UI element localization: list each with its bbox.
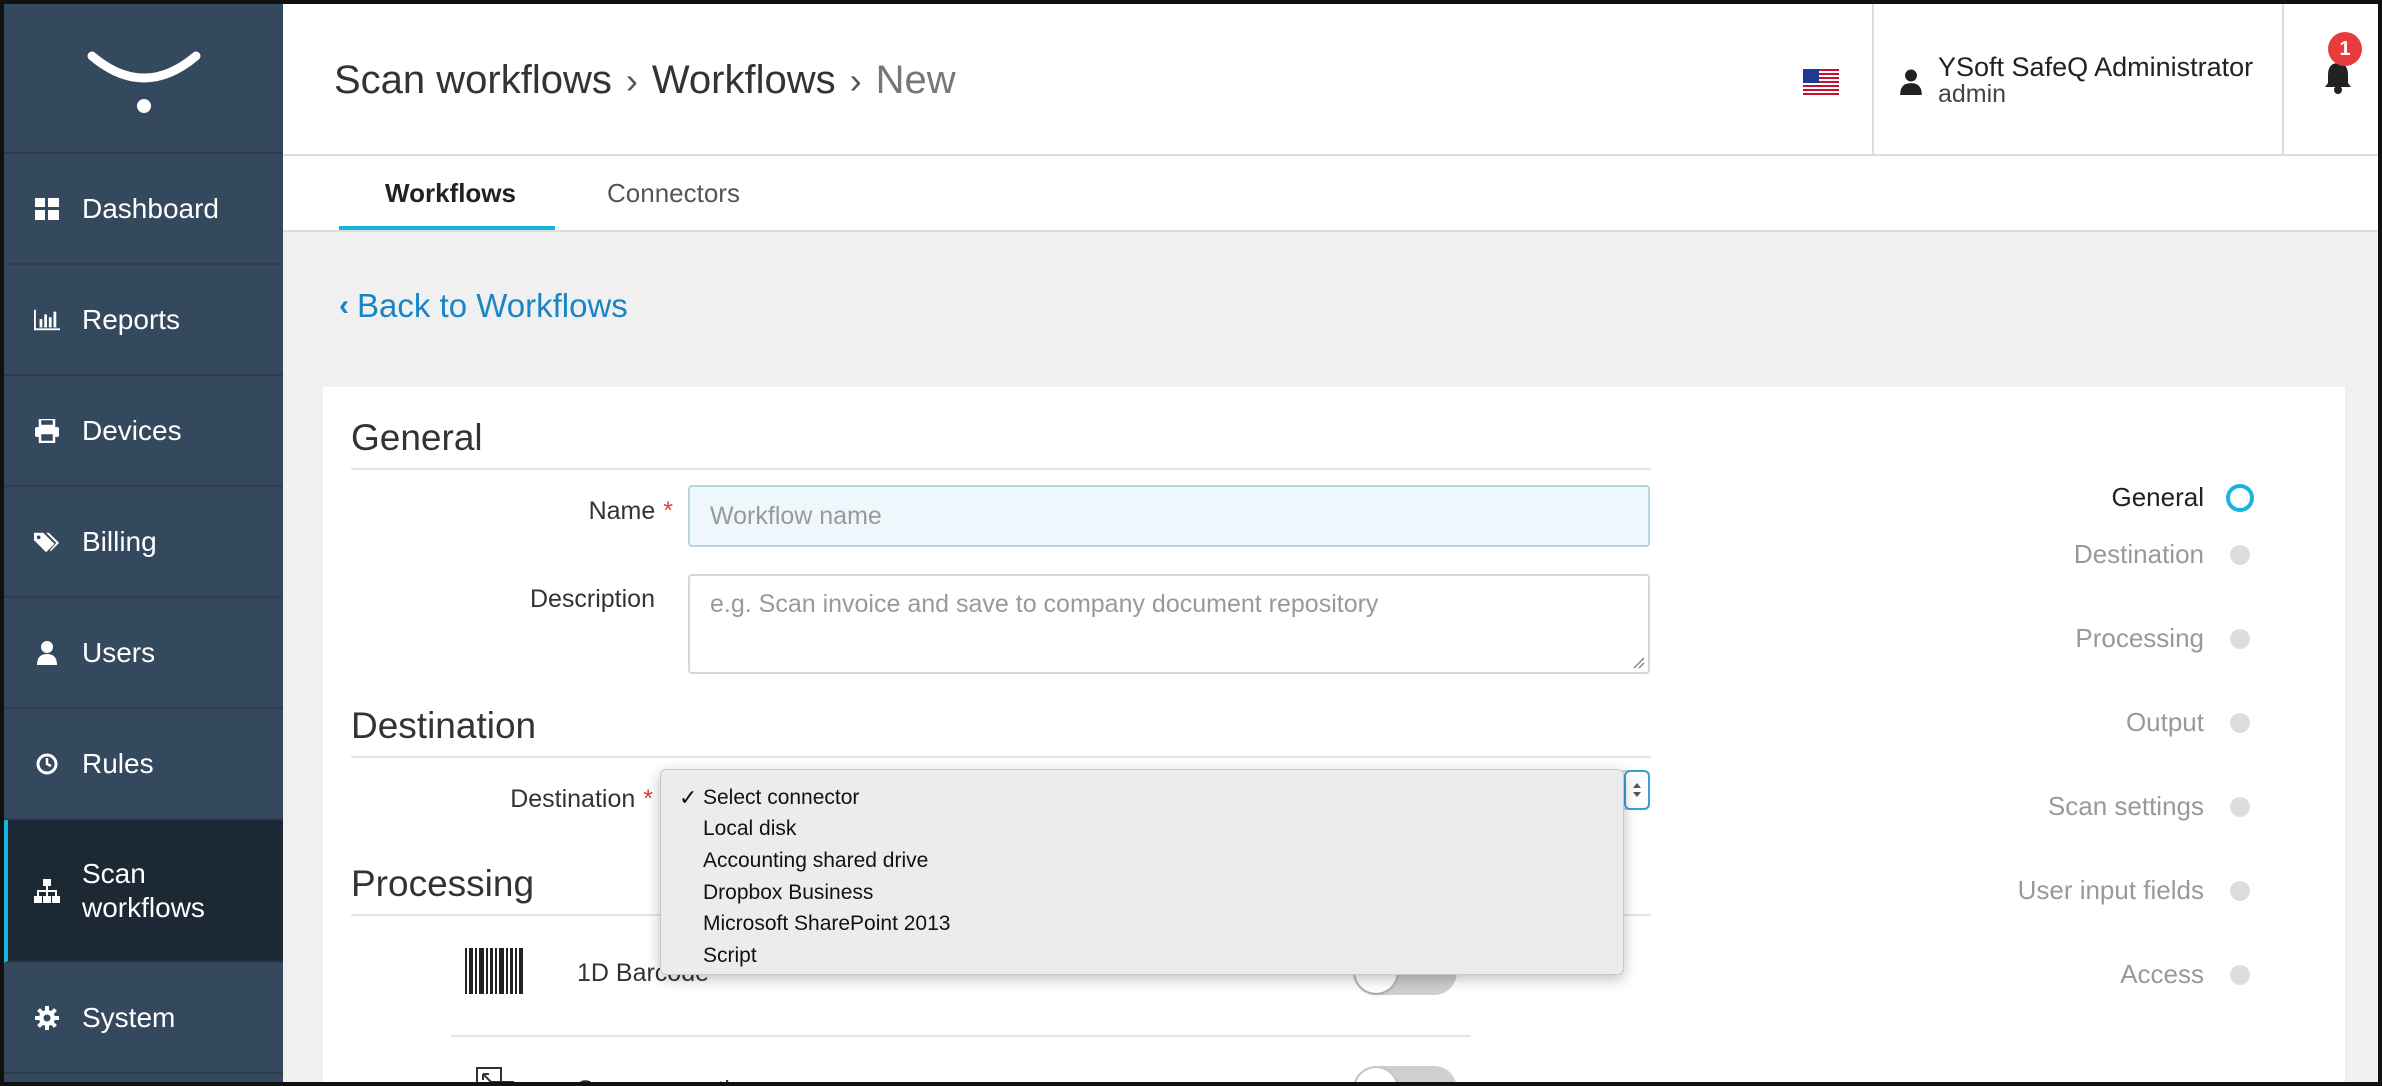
ysoft-logo-icon	[87, 51, 200, 113]
step-indicator	[2230, 964, 2250, 985]
general-section-title: General	[351, 417, 483, 458]
sidebar-item-scan-workflows[interactable]: Scan workflows	[4, 820, 283, 963]
dropdown-option-script[interactable]: Script	[661, 940, 1623, 972]
header: Scan workflows › Workflows › New YSoft S…	[283, 4, 2378, 156]
app-window: Dashboard Reports Devices Billing Users	[0, 0, 2382, 1086]
step-indicator	[2230, 628, 2250, 649]
breadcrumb-separator: ›	[849, 59, 862, 101]
step-destination[interactable]: Destination	[2074, 539, 2250, 570]
step-indicator	[2230, 880, 2250, 901]
workflow-name-input[interactable]: Workflow name	[688, 485, 1650, 547]
breadcrumb-workflows[interactable]: Workflows	[652, 58, 836, 103]
destination-label: Destination *	[510, 785, 653, 813]
sidebar: Dashboard Reports Devices Billing Users	[4, 4, 283, 1082]
sidebar-item-label: Reports	[82, 303, 181, 335]
section-divider	[351, 468, 1651, 470]
name-label: Name *	[588, 497, 673, 525]
user-name: YSoft SafeQ Administrator	[1938, 52, 2254, 82]
barcode-icon	[465, 948, 523, 994]
scan-separation-icon	[476, 1067, 514, 1082]
user-icon	[34, 640, 60, 666]
description-textarea[interactable]: e.g. Scan invoice and save to company do…	[688, 574, 1650, 674]
user-login: admin	[1938, 80, 2007, 108]
breadcrumb-scan-workflows[interactable]: Scan workflows	[334, 58, 612, 103]
user-menu[interactable]: YSoft SafeQ Administrator admin	[1900, 52, 2254, 108]
step-access[interactable]: Access	[2120, 959, 2250, 990]
dropdown-option-dropbox-business[interactable]: Dropbox Business	[661, 877, 1623, 909]
sidebar-item-label: Users	[82, 636, 156, 668]
sidebar-item-label: Devices	[82, 414, 182, 446]
breadcrumb: Scan workflows › Workflows › New	[334, 58, 956, 103]
notification-badge[interactable]: 1	[2328, 32, 2362, 66]
dropdown-option-select-connector[interactable]: ✓ Select connector	[661, 782, 1623, 814]
select-arrows-icon[interactable]	[1624, 770, 1650, 810]
back-link-label: Back to Workflows	[357, 287, 628, 324]
tags-icon	[34, 529, 60, 555]
tab-connectors[interactable]: Connectors	[607, 178, 740, 209]
destination-section-title: Destination	[351, 705, 537, 746]
checkmark-icon: ✓	[679, 785, 698, 810]
tab-workflows[interactable]: Workflows	[385, 178, 516, 209]
step-processing[interactable]: Processing	[2075, 623, 2250, 654]
sidebar-item-billing[interactable]: Billing	[4, 487, 283, 598]
description-label: Description	[529, 585, 655, 613]
sidebar-item-system[interactable]: System	[4, 963, 283, 1074]
dropdown-option-sharepoint-2013[interactable]: Microsoft SharePoint 2013	[661, 908, 1623, 940]
dropdown-option-accounting-shared-drive[interactable]: Accounting shared drive	[661, 845, 1623, 877]
active-tab-indicator	[339, 226, 555, 230]
gear-icon	[34, 1005, 60, 1031]
sidebar-item-label: Rules	[82, 747, 154, 779]
tab-bar: Workflows Connectors	[283, 156, 2378, 232]
chevron-left-icon: ‹	[339, 289, 349, 322]
sidebar-item-devices[interactable]: Devices	[4, 376, 283, 487]
user-icon	[1900, 69, 1922, 95]
sidebar-item-label: Billing	[82, 525, 157, 557]
step-indicator	[2230, 796, 2250, 817]
sitemap-icon	[34, 878, 60, 904]
step-user-input-fields[interactable]: User input fields	[2018, 875, 2250, 906]
step-indicator	[2230, 544, 2250, 565]
row-divider	[451, 1035, 1471, 1037]
scan-separation-label: Scan separation	[577, 1076, 758, 1082]
sidebar-item-label: Dashboard	[82, 192, 219, 224]
processing-section-title: Processing	[351, 863, 535, 904]
header-divider	[1872, 4, 1874, 156]
workflow-form-card: General Name * Workflow name Description …	[323, 387, 2345, 1082]
sidebar-item-dashboard[interactable]: Dashboard	[4, 154, 283, 265]
scan-separation-toggle[interactable]	[1353, 1066, 1457, 1082]
sidebar-item-users[interactable]: Users	[4, 598, 283, 709]
required-marker: *	[643, 785, 653, 813]
destination-dropdown-menu: ✓ Select connector Local disk Accounting…	[660, 769, 1624, 975]
printer-icon	[34, 418, 60, 444]
sidebar-item-reports[interactable]: Reports	[4, 265, 283, 376]
step-general[interactable]: General	[2112, 482, 2254, 513]
bar-chart-icon	[34, 307, 60, 333]
sidebar-item-rules[interactable]: Rules	[4, 709, 283, 820]
back-to-workflows-link[interactable]: ‹ Back to Workflows	[339, 287, 628, 325]
toggle-knob	[1355, 1068, 1397, 1082]
header-divider	[2282, 4, 2284, 156]
resize-handle-icon[interactable]	[1631, 655, 1645, 669]
breadcrumb-current: New	[875, 58, 956, 102]
step-indicator-active	[2226, 483, 2254, 512]
name-placeholder: Workflow name	[710, 501, 882, 530]
breadcrumb-separator: ›	[625, 59, 638, 101]
sidebar-item-label: System	[82, 1001, 176, 1033]
sidebar-item-label: Scan workflows	[82, 857, 205, 923]
step-indicator	[2230, 712, 2250, 733]
dashboard-icon	[34, 196, 60, 222]
logo[interactable]	[4, 4, 283, 154]
section-divider	[351, 756, 1651, 758]
description-placeholder: e.g. Scan invoice and save to company do…	[710, 590, 1379, 618]
required-marker: *	[663, 497, 673, 525]
us-flag-icon[interactable]	[1803, 69, 1839, 95]
clock-icon	[34, 751, 60, 777]
step-output[interactable]: Output	[2126, 707, 2250, 738]
step-scan-settings[interactable]: Scan settings	[2048, 791, 2250, 822]
dropdown-option-local-disk[interactable]: Local disk	[661, 814, 1623, 846]
